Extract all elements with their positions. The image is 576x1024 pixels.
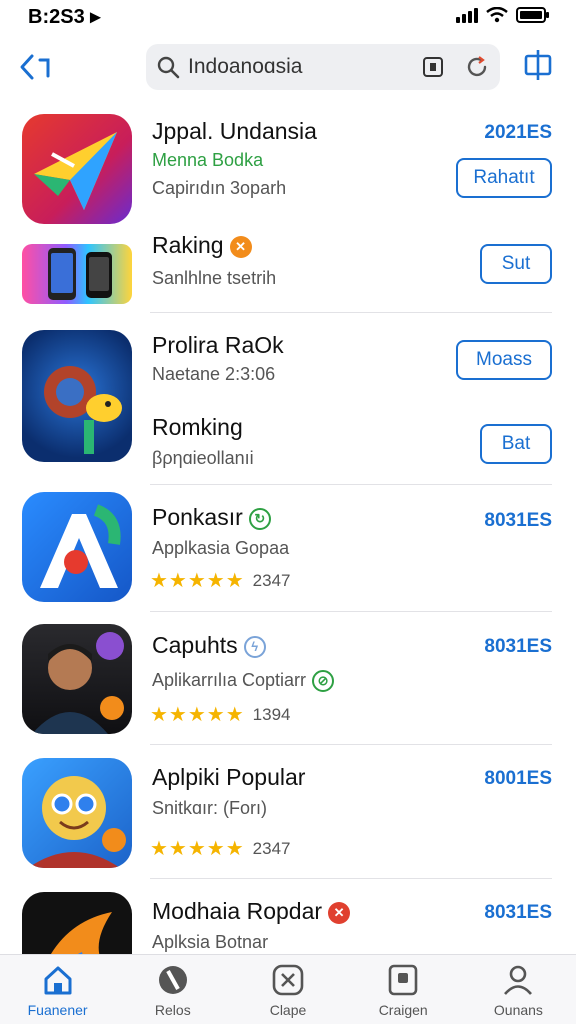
robot-character-icon bbox=[44, 366, 122, 454]
tab-label: Craigen bbox=[378, 1002, 428, 1018]
search-icon bbox=[157, 56, 180, 79]
app-subtitle: βρηɑieollanıi bbox=[152, 448, 254, 468]
status-bar: B:2S3 ▸ bbox=[0, 0, 576, 32]
app-subtitle: Snitkɑır: (Forı) bbox=[152, 798, 268, 818]
app-subtitle-text: Aplikarrılıa Coptiarr bbox=[152, 670, 307, 690]
app-name[interactable]: Jppal. Undansia bbox=[152, 118, 317, 145]
get-button[interactable]: Bat bbox=[480, 424, 552, 464]
tab-bar: Fuanener Relos Clape Craigen Ounans bbox=[0, 954, 576, 1024]
app-price: 2021ES bbox=[484, 122, 552, 143]
app-subtitle: Aplksia Botnar bbox=[152, 932, 269, 952]
divider bbox=[150, 611, 552, 612]
refresh-icon[interactable] bbox=[464, 54, 490, 80]
divider bbox=[150, 878, 552, 879]
person-photo-icon bbox=[32, 632, 124, 734]
divider bbox=[150, 312, 552, 313]
app-name[interactable]: Romking bbox=[152, 414, 243, 441]
letter-a-logo-icon bbox=[40, 504, 121, 588]
back-icon[interactable] bbox=[18, 50, 58, 84]
app-icon[interactable] bbox=[22, 244, 132, 304]
star-rating-icon: ★★★★★ bbox=[150, 704, 245, 726]
search-input[interactable]: Indoanoɑsia bbox=[146, 44, 500, 90]
fire-badge-icon: ✕ bbox=[229, 235, 252, 258]
app-list: Jppal. Undansia Menna Bodka Capirıdın 3o… bbox=[0, 108, 576, 954]
rating-count: 2347 bbox=[252, 570, 291, 590]
app-name[interactable]: Ponkasır ↻ bbox=[152, 504, 271, 531]
get-button[interactable]: Sut bbox=[480, 244, 552, 284]
rating-row: ★★★★★ 2347 bbox=[150, 836, 290, 861]
tab-apps[interactable]: Craigen bbox=[346, 955, 461, 1024]
cartoon-character-icon bbox=[28, 776, 126, 868]
search-query: Indoanoɑsia bbox=[188, 55, 303, 78]
rating-row: ★★★★★ 2347 bbox=[150, 568, 290, 593]
divider bbox=[150, 484, 552, 485]
info-badge-icon: ϟ bbox=[243, 635, 266, 658]
wifi-icon bbox=[486, 7, 508, 23]
scan-icon[interactable] bbox=[422, 56, 444, 78]
app-subtitle: Sanlhlne tsetrih bbox=[152, 268, 277, 288]
tab-label: Clape bbox=[269, 1002, 307, 1018]
app-subtitle: Menna Bodka bbox=[152, 150, 264, 170]
home-icon bbox=[44, 966, 72, 995]
tab-home[interactable]: Fuanener bbox=[0, 955, 115, 1024]
paper-plane-icon bbox=[34, 132, 117, 210]
app-name[interactable]: Prolira RaOk bbox=[152, 332, 284, 359]
tab-label: Relos bbox=[154, 1002, 191, 1018]
app-name-text: Capuhts bbox=[152, 632, 238, 658]
app-subtitle: Aplikarrılıa Coptiarr ⊘ bbox=[152, 670, 335, 693]
tab-explore[interactable]: Relos bbox=[115, 955, 230, 1024]
app-subtitle: Capirıdın 3oparh bbox=[152, 178, 287, 198]
app-name[interactable]: Raking ✕ bbox=[152, 232, 252, 259]
share-icon[interactable] bbox=[522, 48, 554, 82]
colorful-logo-icon bbox=[51, 912, 112, 954]
green-badge-icon: ⊘ bbox=[312, 670, 335, 693]
app-price[interactable]: 8031ES bbox=[484, 636, 552, 658]
rating-count: 2347 bbox=[252, 838, 291, 858]
status-icons bbox=[456, 6, 550, 24]
app-name-text: Modhaia Ropdar bbox=[152, 898, 323, 924]
get-button[interactable]: Rahatıt bbox=[456, 158, 552, 198]
app-price[interactable]: 8031ES bbox=[484, 902, 552, 924]
app-subtitle: Applkasia Gopaa bbox=[152, 538, 290, 558]
apps-icon bbox=[388, 964, 418, 996]
app-name[interactable]: Capuhts ϟ bbox=[152, 632, 266, 659]
cellular-signal-icon bbox=[456, 7, 478, 23]
divider bbox=[150, 744, 552, 745]
app-name[interactable]: Modhaia Ropdar ✕ bbox=[152, 898, 351, 925]
tab-label: Fuanener bbox=[27, 1002, 88, 1018]
tab-label: Ounans bbox=[493, 1002, 543, 1018]
app-icon[interactable] bbox=[22, 330, 132, 462]
battery-icon bbox=[516, 7, 549, 23]
app-price[interactable]: 8001ES bbox=[484, 768, 552, 790]
tab-account[interactable]: Ounans bbox=[461, 955, 576, 1024]
rating-row: ★★★★★ 1394 bbox=[150, 702, 290, 727]
search-header: Indoanoɑsia bbox=[0, 38, 576, 98]
app-name[interactable]: Aplpiki Popular bbox=[152, 764, 305, 791]
app-subtitle: Naetane 2:3:06 bbox=[152, 364, 276, 384]
app-icon[interactable] bbox=[22, 624, 132, 734]
status-time: B:2S3 ▸ bbox=[28, 6, 101, 28]
app-icon[interactable] bbox=[22, 114, 132, 224]
star-rating-icon: ★★★★★ bbox=[150, 570, 245, 592]
red-badge-icon: ✕ bbox=[328, 901, 351, 924]
app-name-text: Raking bbox=[152, 232, 224, 258]
compass-icon bbox=[158, 966, 187, 994]
person-icon bbox=[504, 965, 533, 995]
app-icon[interactable] bbox=[22, 492, 132, 602]
phones-icon bbox=[48, 248, 112, 300]
app-price[interactable]: 8031ES bbox=[484, 510, 552, 532]
star-rating-icon: ★★★★★ bbox=[150, 838, 245, 860]
rating-count: 1394 bbox=[252, 704, 291, 724]
app-name-text: Ponkasır bbox=[152, 504, 243, 530]
get-button[interactable]: Moass bbox=[456, 340, 552, 380]
tab-games[interactable]: Clape bbox=[230, 955, 345, 1024]
app-icon[interactable] bbox=[22, 758, 132, 868]
app-icon[interactable] bbox=[22, 892, 132, 954]
verified-badge-icon: ↻ bbox=[248, 507, 271, 530]
gamepad-icon bbox=[272, 964, 304, 996]
